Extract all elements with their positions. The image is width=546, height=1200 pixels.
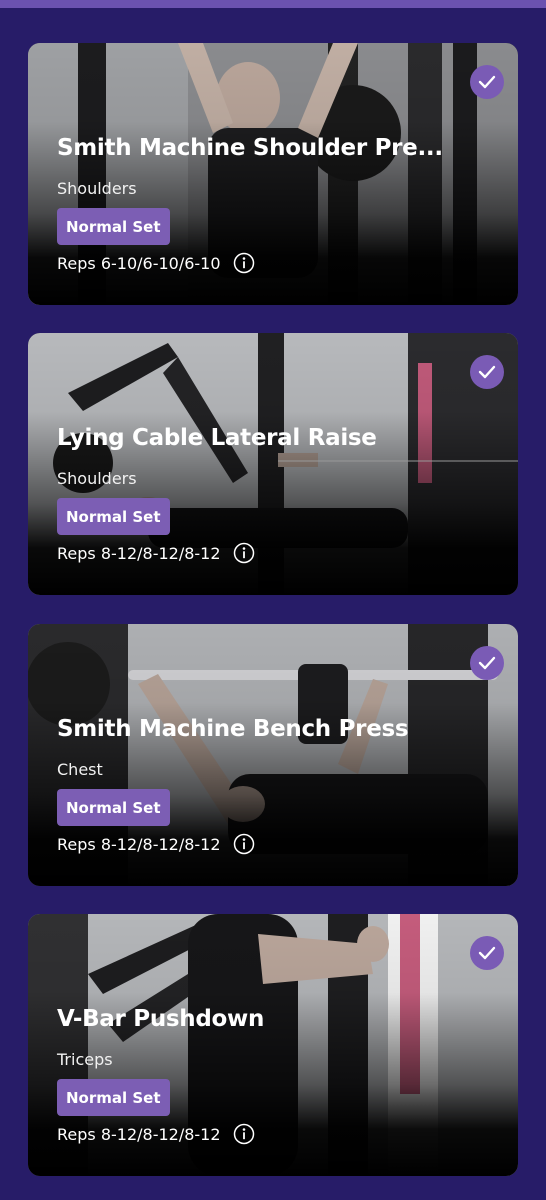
- muscle-group: Triceps: [57, 1050, 113, 1069]
- reps-row: Reps 6-10/6-10/6-10: [57, 252, 255, 274]
- set-type-badge: Normal Set: [57, 208, 170, 245]
- check-icon[interactable]: [470, 936, 504, 970]
- reps-row: Reps 8-12/8-12/8-12: [57, 833, 255, 855]
- muscle-group: Shoulders: [57, 179, 137, 198]
- exercise-card[interactable]: Smith Machine Shoulder Pre... Shoulders …: [28, 43, 518, 305]
- reps-text: Reps 8-12/8-12/8-12: [57, 834, 221, 854]
- reps-text: Reps 8-12/8-12/8-12: [57, 1124, 221, 1144]
- reps-row: Reps 8-12/8-12/8-12: [57, 542, 255, 564]
- set-type-badge: Normal Set: [57, 789, 170, 826]
- set-type-badge: Normal Set: [57, 1079, 170, 1116]
- info-icon[interactable]: [233, 833, 255, 855]
- check-icon[interactable]: [470, 646, 504, 680]
- muscle-group: Chest: [57, 760, 103, 779]
- exercise-title: Lying Cable Lateral Raise: [57, 425, 377, 451]
- exercise-card[interactable]: V-Bar Pushdown Triceps Normal Set Reps 8…: [28, 914, 518, 1176]
- set-type-badge: Normal Set: [57, 498, 170, 535]
- check-icon[interactable]: [470, 355, 504, 389]
- exercise-title: V-Bar Pushdown: [57, 1006, 265, 1032]
- exercise-card[interactable]: Lying Cable Lateral Raise Shoulders Norm…: [28, 333, 518, 595]
- check-icon[interactable]: [470, 65, 504, 99]
- muscle-group: Shoulders: [57, 469, 137, 488]
- reps-row: Reps 8-12/8-12/8-12: [57, 1123, 255, 1145]
- exercise-title: Smith Machine Bench Press: [57, 716, 409, 742]
- reps-text: Reps 8-12/8-12/8-12: [57, 543, 221, 563]
- top-strip: [0, 0, 546, 8]
- exercise-title: Smith Machine Shoulder Pre...: [57, 135, 443, 161]
- exercise-card[interactable]: Smith Machine Bench Press Chest Normal S…: [28, 624, 518, 886]
- info-icon[interactable]: [233, 252, 255, 274]
- info-icon[interactable]: [233, 1123, 255, 1145]
- reps-text: Reps 6-10/6-10/6-10: [57, 253, 221, 273]
- info-icon[interactable]: [233, 542, 255, 564]
